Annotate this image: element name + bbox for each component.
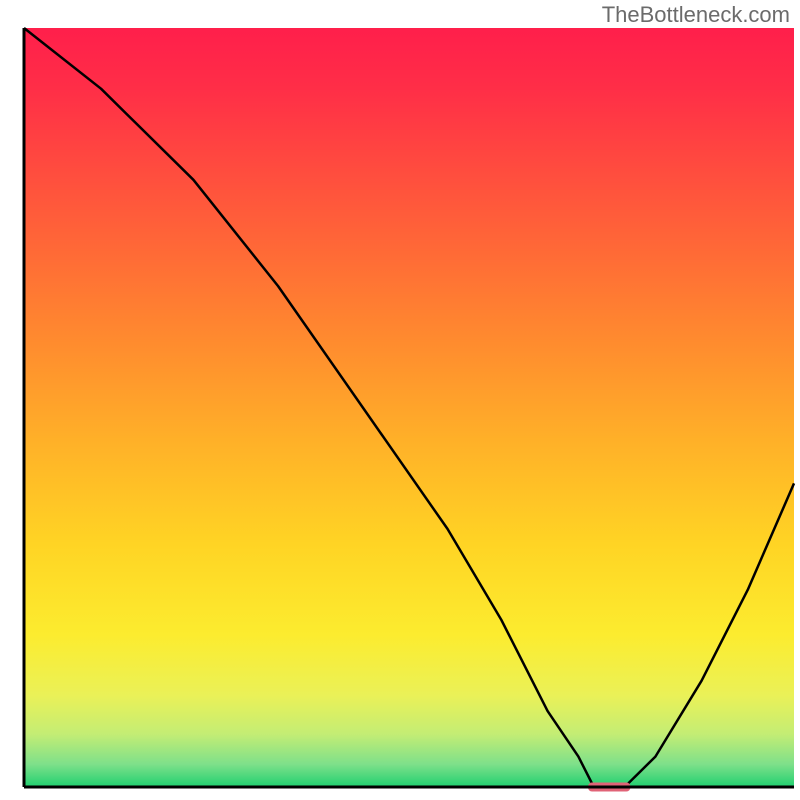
chart-svg [0, 0, 800, 800]
bottleneck-chart: TheBottleneck.com [0, 0, 800, 800]
watermark-label: TheBottleneck.com [602, 2, 790, 28]
plot-background [24, 28, 794, 787]
